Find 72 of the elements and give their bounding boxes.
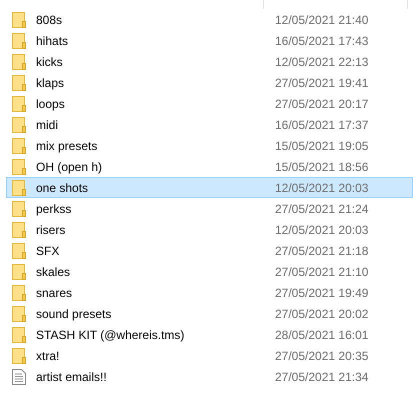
file-row[interactable]: hihats 16/05/2021 17:43: [6, 30, 413, 51]
modified-date: 27/05/2021 21:34: [275, 368, 368, 386]
file-row[interactable]: perkss 27/05/2021 21:24: [6, 198, 413, 219]
file-row[interactable]: one shots 12/05/2021 20:03: [6, 177, 413, 198]
file-name: one shots: [36, 180, 90, 196]
file-name: kicks: [36, 54, 64, 70]
file-row[interactable]: SFX 27/05/2021 21:18: [6, 240, 413, 261]
folder-icon: [12, 138, 26, 154]
file-name: risers: [36, 222, 66, 238]
file-name: sound presets: [36, 306, 112, 322]
file-name: SFX: [36, 242, 60, 260]
file-name: mix presets: [36, 138, 98, 154]
file-name: artist emails!!: [36, 368, 108, 386]
modified-date: 27/05/2021 21:18: [275, 242, 368, 260]
folder-icon: [12, 54, 26, 70]
file-name: perkss: [36, 200, 72, 218]
modified-date: 27/05/2021 19:49: [275, 284, 368, 302]
folder-icon: [12, 158, 26, 174]
modified-date: 12/05/2021 21:40: [275, 12, 368, 28]
file-row[interactable]: skales 27/05/2021 21:10: [6, 261, 413, 282]
folder-icon: [12, 348, 26, 364]
modified-date: 27/05/2021 21:10: [275, 264, 368, 280]
file-name: snares: [36, 284, 74, 302]
file-row[interactable]: loops 27/05/2021 20:17: [6, 93, 413, 114]
file-name: loops: [36, 96, 66, 112]
modified-date: 27/05/2021 19:41: [275, 74, 368, 92]
file-row[interactable]: mix presets 15/05/2021 19:05: [6, 135, 413, 156]
file-row[interactable]: artist emails!! 27/05/2021 21:34: [6, 366, 413, 387]
folder-icon: [12, 74, 26, 90]
file-name: 808s: [36, 12, 64, 28]
file-row[interactable]: sound presets 27/05/2021 20:02: [6, 303, 413, 324]
file-row[interactable]: 808s 12/05/2021 21:40: [6, 9, 413, 30]
file-name: hihats: [36, 32, 70, 50]
file-name: midi: [36, 116, 60, 134]
file-name: OH (open h): [36, 158, 104, 176]
folder-icon: [12, 32, 26, 48]
modified-date: 12/05/2021 20:03: [275, 180, 368, 196]
modified-date: 27/05/2021 21:24: [275, 200, 368, 218]
file-name: xtra!: [36, 348, 60, 364]
modified-date: 27/05/2021 20:02: [275, 306, 368, 322]
file-row[interactable]: klaps 27/05/2021 19:41: [6, 72, 413, 93]
modified-date: 28/05/2021 16:01: [275, 326, 368, 344]
folder-icon: [12, 264, 26, 280]
document-icon: [12, 368, 26, 384]
modified-date: 16/05/2021 17:43: [275, 32, 368, 50]
modified-date: 16/05/2021 17:37: [275, 116, 368, 134]
modified-date: 15/05/2021 18:56: [275, 158, 368, 176]
folder-icon: [12, 200, 26, 216]
modified-date: 27/05/2021 20:35: [275, 348, 368, 364]
folder-icon: [12, 222, 26, 238]
modified-date: 12/05/2021 20:03: [275, 222, 368, 238]
file-row[interactable]: xtra! 27/05/2021 20:35: [6, 345, 413, 366]
folder-icon: [12, 180, 26, 196]
file-row[interactable]: snares 27/05/2021 19:49: [6, 282, 413, 303]
folder-icon: [12, 116, 26, 132]
file-name: klaps: [36, 74, 66, 92]
folder-icon: [12, 326, 26, 342]
file-row[interactable]: midi 16/05/2021 17:37: [6, 114, 413, 135]
folder-icon: [12, 284, 26, 300]
file-row[interactable]: OH (open h) 15/05/2021 18:56: [6, 156, 413, 177]
folder-icon: [12, 96, 26, 112]
file-name: STASH KIT (@whereis.tms): [36, 326, 186, 344]
file-row[interactable]: STASH KIT (@whereis.tms) 28/05/2021 16:01: [6, 324, 413, 345]
modified-date: 27/05/2021 20:17: [275, 96, 368, 112]
folder-icon: [12, 12, 26, 28]
folder-icon: [12, 242, 26, 258]
modified-date: 12/05/2021 22:13: [275, 54, 368, 70]
file-row[interactable]: risers 12/05/2021 20:03: [6, 219, 413, 240]
file-row[interactable]: kicks 12/05/2021 22:13: [6, 51, 413, 72]
file-name: skales: [36, 264, 72, 280]
folder-icon: [12, 306, 26, 322]
modified-date: 15/05/2021 19:05: [275, 138, 368, 154]
